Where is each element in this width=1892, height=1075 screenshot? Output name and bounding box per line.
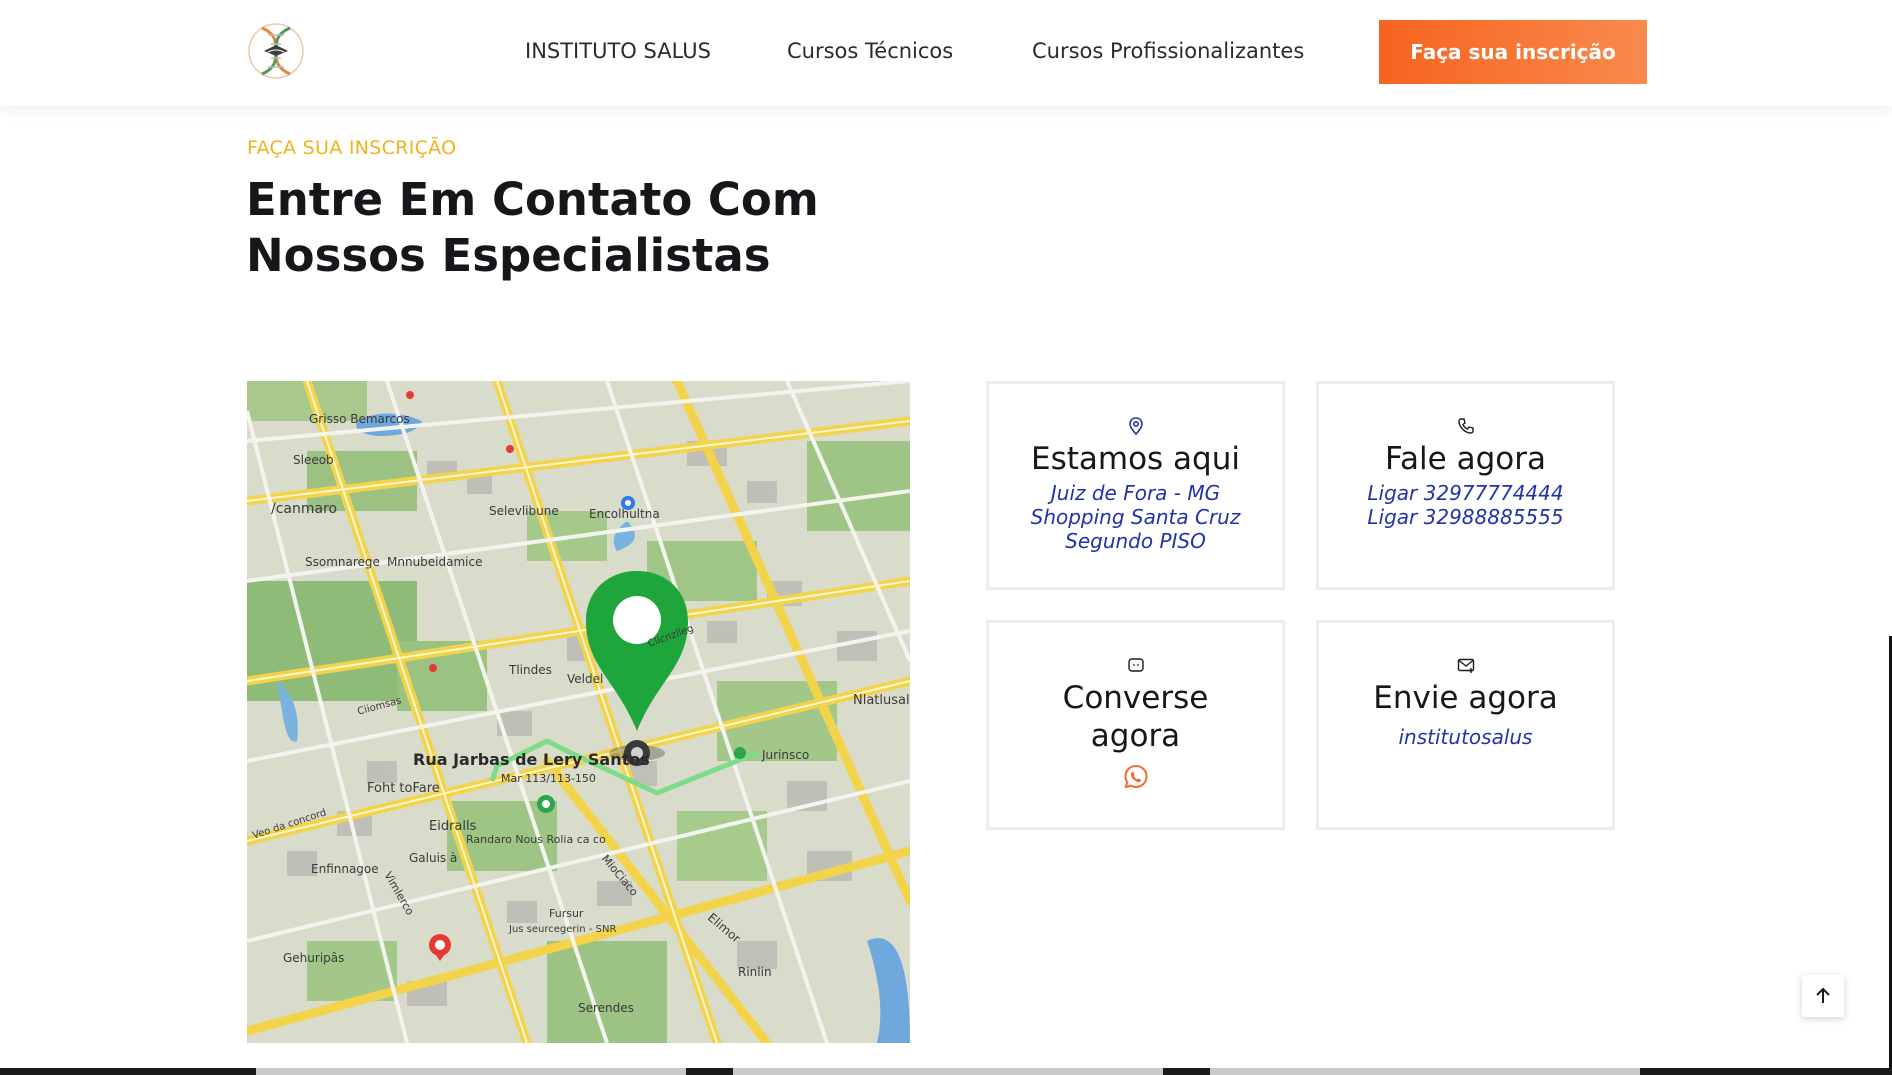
- back-to-top-button[interactable]: [1802, 975, 1844, 1017]
- page-title: Entre Em Contato Com Nossos Especialista…: [246, 172, 966, 284]
- map-label: Tlindes: [509, 663, 552, 677]
- map-label: Selevlibune: [489, 504, 559, 518]
- map-label: Galuis à: [409, 851, 458, 865]
- map-street-sub-label: Mar 113/113-150: [501, 772, 596, 785]
- email-card: Envie agora institutosalus: [1316, 620, 1615, 830]
- page-title-line-2: Nossos Especialistas: [246, 229, 771, 282]
- site-header: INSTITUTO SALUS Cursos Técnicos Cursos P…: [0, 0, 1892, 106]
- phone-link-1[interactable]: Ligar 32977774444: [1319, 481, 1612, 505]
- mail-icon: [1457, 658, 1474, 673]
- map-label: Sleeob: [293, 453, 334, 467]
- nav-instituto-salus[interactable]: INSTITUTO SALUS: [525, 39, 711, 63]
- map-label: Grisso Bemarcos: [309, 412, 410, 426]
- phone-link-2[interactable]: Ligar 32988885555: [1319, 505, 1612, 529]
- map-label: Foht toFare: [367, 781, 440, 796]
- map-label: Serendes: [578, 1001, 634, 1015]
- preview-segment: [256, 1068, 686, 1075]
- email-link[interactable]: institutosalus: [1319, 725, 1612, 749]
- map-label: Veldel: [567, 672, 604, 686]
- signup-button[interactable]: Faça sua inscrição: [1379, 20, 1647, 84]
- page-title-line-1: Entre Em Contato Com: [246, 173, 819, 226]
- map-label: Jurinsco: [762, 748, 810, 762]
- map-label: Enfinnagoe: [311, 862, 379, 876]
- dna-logo-icon[interactable]: [246, 20, 306, 82]
- map-label: Mnnubeidamice: [387, 555, 483, 569]
- map-label: Gehuripâs: [283, 951, 345, 965]
- card-title: Converse agora: [1062, 680, 1209, 754]
- chat-card: Converse agora: [986, 620, 1285, 830]
- card-title: Estamos aqui: [1031, 441, 1240, 477]
- address-card: Estamos aqui Juiz de Fora - MG Shopping …: [986, 381, 1285, 590]
- preview-segment: [1210, 1068, 1640, 1075]
- map-label: Jus seurcegerin - SNR: [509, 924, 617, 935]
- card-title: Envie agora: [1373, 680, 1558, 716]
- map-graphic: [247, 381, 910, 1043]
- address-line-city[interactable]: Juiz de Fora - MG: [989, 481, 1282, 505]
- map-label: /canmaro: [271, 501, 338, 517]
- map-label: Fursur: [549, 907, 584, 920]
- map-label: Encolhultna: [589, 507, 660, 521]
- address-line-shopping[interactable]: Shopping Santa Cruz: [989, 505, 1282, 529]
- bottom-preview-strip: [0, 1068, 1892, 1075]
- map-label: Eidralls: [429, 819, 477, 834]
- location-map[interactable]: Rua Jarbas de Lery Santos Mar 113/113-15…: [247, 381, 910, 1043]
- whatsapp-icon[interactable]: [1122, 763, 1150, 791]
- map-marker-icon: [1128, 417, 1143, 436]
- nav-cursos-profissionalizantes[interactable]: Cursos Profissionalizantes: [1032, 39, 1304, 63]
- map-street-label: Rua Jarbas de Lery Santos: [413, 750, 650, 769]
- map-label: Ssomnarege: [305, 555, 380, 569]
- map-label: Nlatlusal: [853, 693, 910, 708]
- map-label: Rinlin: [738, 965, 772, 979]
- phone-icon: [1457, 418, 1474, 434]
- phone-card: Fale agora Ligar 32977774444 Ligar 32988…: [1316, 381, 1615, 590]
- address-line-floor[interactable]: Segundo PISO: [989, 529, 1282, 553]
- arrow-up-icon: [1816, 987, 1830, 1003]
- map-label: Randaro Nous Rolia ca co: [466, 833, 606, 846]
- preview-segment: [733, 1068, 1163, 1075]
- card-title: Fale agora: [1385, 441, 1546, 477]
- chat-icon: [1127, 658, 1144, 672]
- section-eyebrow: FAÇA SUA INSCRIÇÃO: [247, 137, 457, 159]
- nav-cursos-tecnicos[interactable]: Cursos Técnicos: [787, 39, 953, 63]
